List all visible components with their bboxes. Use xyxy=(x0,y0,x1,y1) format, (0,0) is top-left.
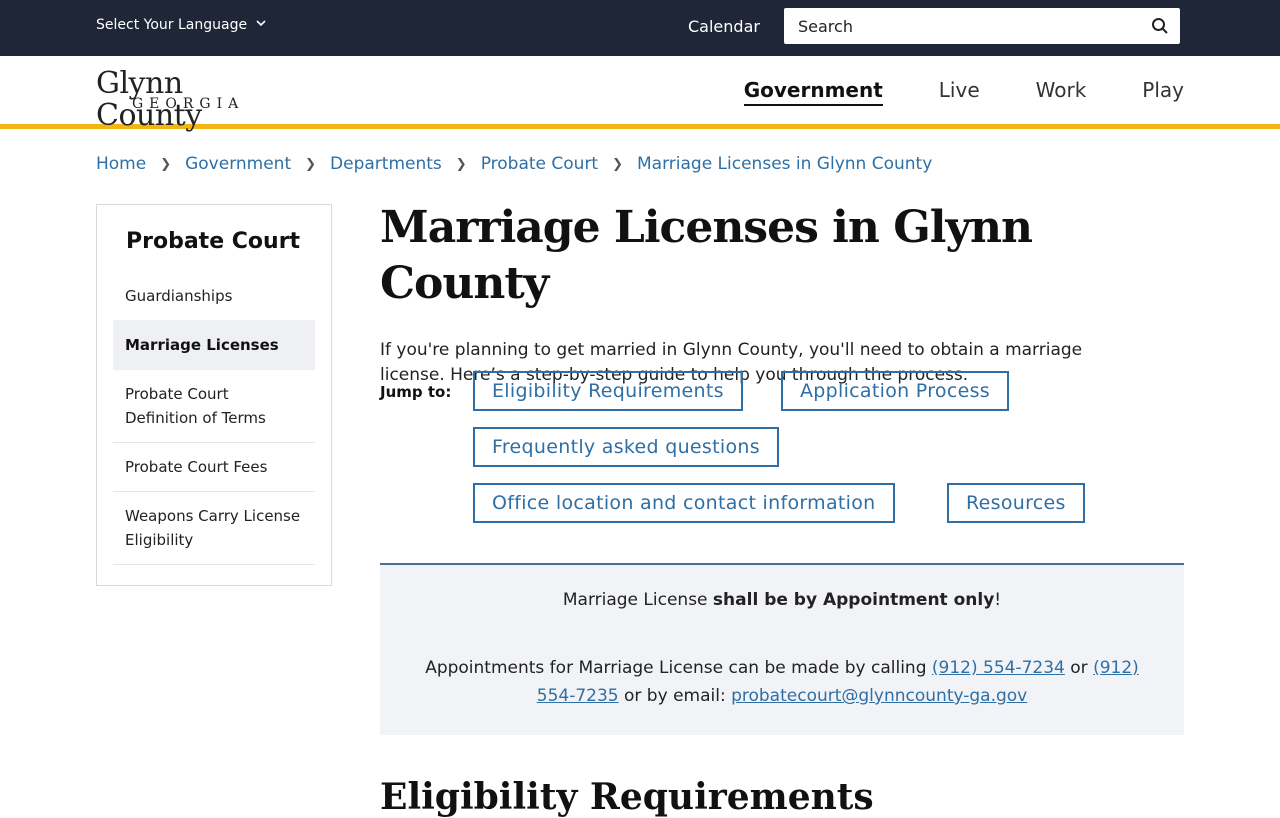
notice-line-1: Marriage License shall be by Appointment… xyxy=(380,590,1184,610)
sidebar-menu: Guardianships Marriage Licenses Probate … xyxy=(113,272,315,565)
site-header: Glynn County GEORGIA Government Live Wor… xyxy=(0,56,1280,132)
phone-link-1[interactable]: (912) 554-7234 xyxy=(932,658,1065,678)
notice-emphasis: shall be by Appointment only xyxy=(712,590,995,610)
section-heading-eligibility: Eligibility Requirements xyxy=(380,776,874,818)
search-box xyxy=(784,8,1180,44)
sidebar-title: Probate Court xyxy=(126,229,301,254)
sidebar-item-marriage-licenses[interactable]: Marriage Licenses xyxy=(113,320,315,370)
calendar-link[interactable]: Calendar xyxy=(688,17,760,36)
breadcrumb-probate-court[interactable]: Probate Court xyxy=(481,154,598,174)
notice-text: Marriage License xyxy=(562,590,713,610)
jump-resources-button[interactable]: Resources xyxy=(947,483,1085,523)
main-content: Marriage Licenses in Glynn County If you… xyxy=(380,200,1184,818)
chevron-right-icon: ❯ xyxy=(305,156,317,172)
search-input[interactable] xyxy=(786,10,1142,42)
page-title: Marriage Licenses in Glynn County xyxy=(380,202,1033,309)
breadcrumb-current[interactable]: Marriage Licenses in Glynn County xyxy=(637,154,932,174)
jump-to-label: Jump to: xyxy=(380,383,452,401)
sidebar-item-definition-of-terms[interactable]: Probate Court Definition of Terms xyxy=(113,370,315,443)
notice-text: or by email: xyxy=(618,686,732,706)
utility-bar: Select Your Language Calendar xyxy=(0,0,1280,56)
site-logo[interactable]: Glynn County GEORGIA xyxy=(96,68,290,132)
notice-text: ! xyxy=(994,590,1002,610)
nav-item-work[interactable]: Work xyxy=(1036,78,1087,106)
jump-faq-button[interactable]: Frequently asked questions xyxy=(473,427,779,467)
notice-text: or xyxy=(1064,658,1094,678)
jump-eligibility-button[interactable]: Eligibility Requirements xyxy=(473,371,743,411)
notice-line-2: Appointments for Marriage License can be… xyxy=(380,654,1184,710)
search-icon[interactable] xyxy=(1142,10,1178,42)
nav-item-government[interactable]: Government xyxy=(743,78,883,106)
chevron-right-icon: ❯ xyxy=(160,156,172,172)
notice-text: Appointments for Marriage License can be… xyxy=(425,658,932,678)
language-label: Select Your Language xyxy=(96,17,248,33)
sidebar: Probate Court Guardianships Marriage Lic… xyxy=(96,204,332,586)
breadcrumb: Home ❯ Government ❯ Departments ❯ Probat… xyxy=(96,154,932,174)
logo-subtitle: GEORGIA xyxy=(132,96,245,112)
sidebar-item-weapons-carry[interactable]: Weapons Carry License Eligibility xyxy=(113,492,315,565)
language-selector[interactable]: Select Your Language xyxy=(96,17,267,33)
sidebar-item-guardianships[interactable]: Guardianships xyxy=(113,272,315,320)
nav-item-play[interactable]: Play xyxy=(1142,78,1184,106)
main-nav: Government Live Work Play xyxy=(688,78,1184,106)
nav-item-live[interactable]: Live xyxy=(939,78,980,106)
breadcrumb-home[interactable]: Home xyxy=(96,154,146,174)
breadcrumb-departments[interactable]: Departments xyxy=(330,154,442,174)
chevron-down-icon xyxy=(255,17,267,33)
appointment-notice: Marriage License shall be by Appointment… xyxy=(380,563,1184,735)
jump-office-location-button[interactable]: Office location and contact information xyxy=(473,483,895,523)
email-link[interactable]: probatecourt@glynncounty-ga.gov xyxy=(731,686,1027,706)
chevron-right-icon: ❯ xyxy=(612,156,623,172)
chevron-right-icon: ❯ xyxy=(455,156,467,172)
sidebar-item-probate-court-fees[interactable]: Probate Court Fees xyxy=(113,443,315,492)
breadcrumb-government[interactable]: Government xyxy=(185,154,291,174)
jump-application-button[interactable]: Application Process xyxy=(781,371,1009,411)
